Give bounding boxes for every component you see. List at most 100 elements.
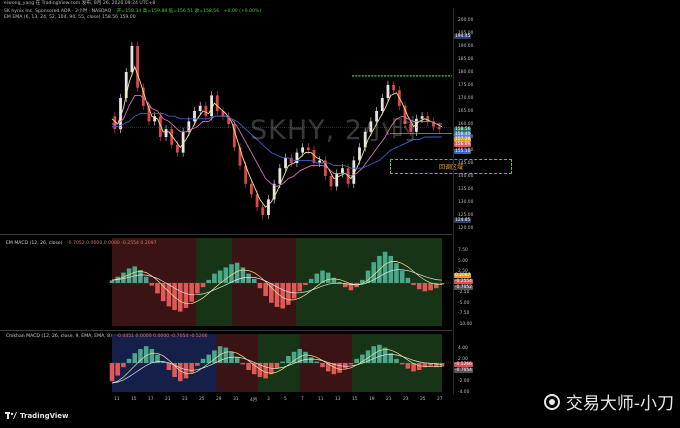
chikhan-bar (195, 363, 200, 366)
price-tick-label: 130.00 (458, 200, 474, 205)
macd-bar (217, 270, 223, 283)
chikhan-bar (280, 361, 285, 363)
time-tick-label: 5 (284, 397, 287, 402)
macd-bar (257, 283, 263, 289)
chikhan-bar (121, 363, 126, 368)
chikhan-bar (399, 363, 405, 365)
macd-bar (251, 278, 257, 283)
chikhan-bar (303, 351, 308, 363)
candle-body (249, 183, 253, 195)
candle-body (164, 129, 168, 137)
time-tick-label: 7 (301, 397, 304, 402)
chikhan-bar (314, 361, 320, 363)
time-tick-label: 13 (335, 397, 341, 402)
time-tick-label: 23 (403, 397, 409, 402)
chikhan-bar (212, 350, 217, 363)
pullback-zone-label: 回调区域 (390, 159, 512, 174)
macd-tick-label: 5.00 (458, 258, 468, 264)
price-tick-label: 140.00 (458, 174, 474, 179)
candle-body (193, 111, 196, 122)
price-tick-label: 200.00 (458, 18, 474, 23)
chikhan-bar (291, 351, 297, 363)
macd-bar (382, 251, 388, 283)
macd-value-tag: 0.2097 (454, 273, 472, 278)
macd-bar (149, 283, 155, 286)
tv-logo-icon (5, 412, 17, 419)
macd-bar (206, 279, 211, 283)
macd-bar (411, 283, 416, 286)
macd-bar (109, 280, 115, 283)
time-tick-label: 15 (131, 397, 137, 402)
chikhan-bar (377, 344, 382, 363)
time-tick-label: 15 (352, 397, 358, 402)
macd-bar (280, 283, 285, 309)
chikhan-bar (240, 363, 246, 365)
pane-divider-chikhan[interactable] (0, 330, 452, 331)
macd-bar (399, 270, 405, 283)
chikhan-bar (166, 363, 172, 370)
price-label-tag: 156.89 (454, 142, 472, 147)
price-tick-label: 165.00 (458, 109, 474, 114)
time-tick-label: 21 (386, 397, 392, 402)
time-tick-label: 3 (267, 397, 270, 402)
macd-tick-label: -10.00 (458, 321, 473, 327)
chikhan-bar (206, 354, 211, 363)
author-brand: 交易大师-小刀 (543, 389, 674, 414)
chikhan-bar (274, 363, 280, 369)
candle-body (204, 105, 208, 117)
candle-body (215, 95, 219, 111)
macd-bar (178, 283, 183, 312)
price-tick-label: 135.00 (458, 187, 474, 192)
macd-bar (297, 283, 303, 292)
time-tick-label: 25 (420, 397, 426, 402)
candle-body (420, 116, 424, 119)
price-tick-label: 170.00 (458, 96, 474, 101)
macd-bar (314, 273, 320, 283)
tradingview-logo[interactable]: TradingView (5, 412, 69, 420)
macd-tick-label: -7.50 (458, 311, 470, 316)
price-tick-label: 145.00 (458, 161, 474, 166)
symbol-watermark: SKHY, 2小时 (250, 115, 419, 146)
chikhan-legend: Chikhan MACD (12, 26, close, 9, EMA, EMA… (6, 334, 208, 340)
chikhan-bar (234, 357, 240, 363)
time-tick-label: 17 (148, 397, 154, 402)
macd-bar (303, 283, 308, 286)
macd-bar (405, 277, 411, 283)
chikhan-bar (348, 363, 354, 365)
chikhan-bar (200, 358, 206, 363)
price-axis[interactable] (453, 8, 454, 394)
chikhan-bar (183, 363, 189, 379)
macd-value-tag: -0.2554 (454, 279, 473, 284)
macd-bar (246, 273, 251, 283)
candle-body (198, 105, 202, 111)
price-label-tag: 194.45 (454, 34, 472, 39)
macd-title: EM MACD (12, 26, close) (6, 241, 63, 246)
time-tick-label: 11 (114, 397, 120, 402)
candle-body (284, 157, 287, 169)
chikhan-bar (132, 353, 138, 363)
time-tick-label: 21 (165, 397, 171, 402)
chikhan-bar (189, 363, 194, 373)
chikhan-bar (178, 363, 183, 382)
chikhan-bar (439, 363, 445, 367)
pane-divider-macd[interactable] (0, 234, 452, 235)
macd-bar (132, 266, 138, 283)
candle-body (278, 168, 282, 184)
macd-bar (183, 283, 189, 308)
macd-bar (337, 281, 342, 283)
chikhan-bar (405, 363, 411, 369)
chikhan-tick-label: 4.00 (458, 346, 468, 351)
time-tick-label: 31 (233, 397, 239, 402)
chikhan-bar (320, 363, 325, 368)
candle-body (335, 173, 339, 187)
macd-bar (155, 283, 160, 294)
chikhan-tick-label: -4.00 (458, 390, 470, 395)
price-tick-label: 175.00 (458, 83, 474, 88)
price-tick-label: 190.00 (458, 44, 474, 49)
chikhan-bar (109, 363, 115, 382)
macd-tick-label: -2.50 (458, 290, 470, 295)
macd-bar (325, 272, 331, 283)
time-tick-label: 25 (199, 397, 205, 402)
candle-body (176, 144, 179, 153)
macd-bar (394, 263, 399, 283)
